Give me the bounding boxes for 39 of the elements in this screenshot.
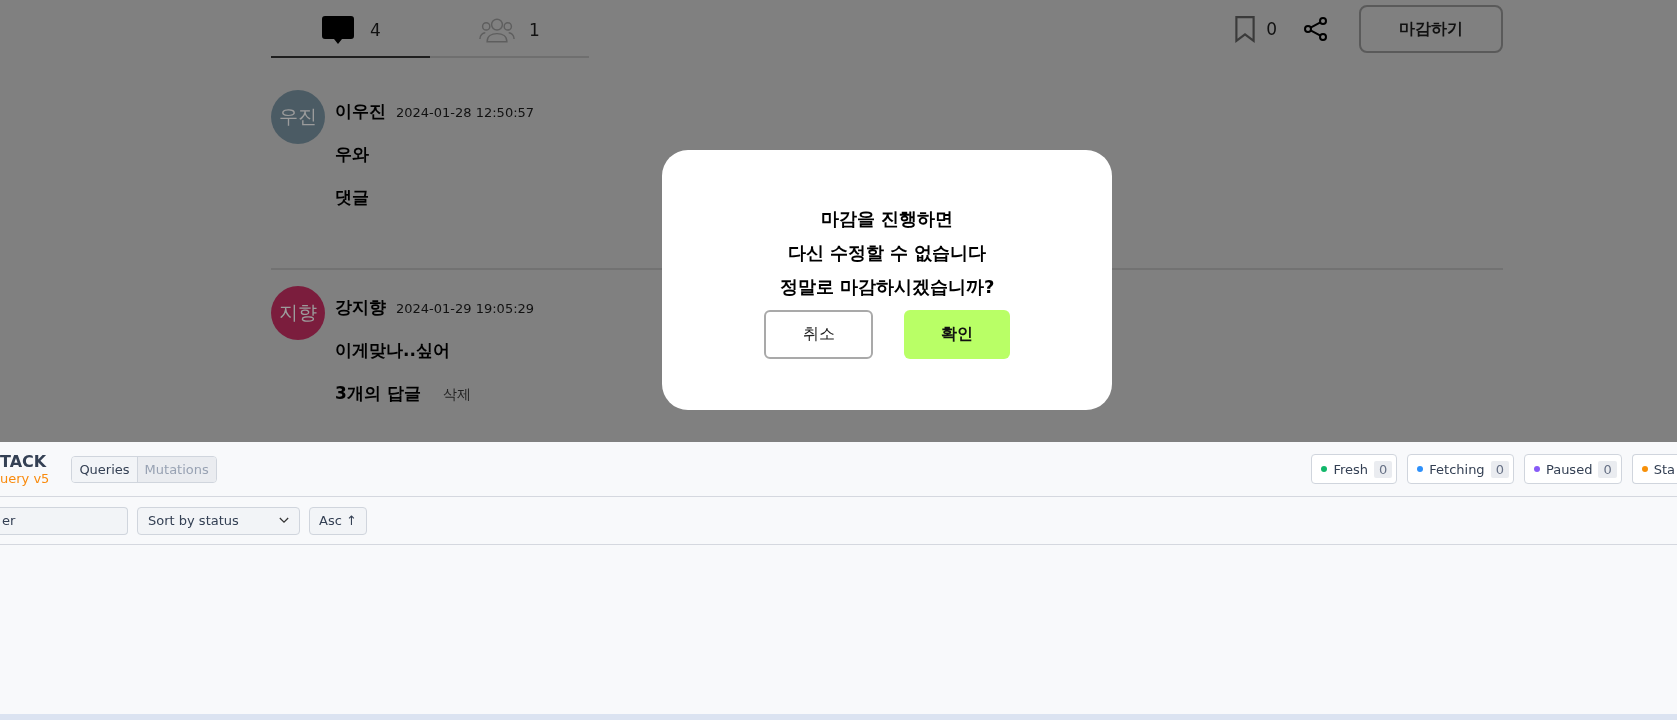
confirm-button[interactable]: 확인 bbox=[904, 310, 1010, 359]
filter-field[interactable]: er bbox=[0, 506, 128, 535]
author-name: 이우진 bbox=[335, 100, 386, 123]
bookmark-count: 0 bbox=[1266, 19, 1277, 39]
status-label: Fresh bbox=[1333, 461, 1368, 477]
replies-link[interactable]: 3개의 답글 bbox=[335, 382, 421, 405]
share-icon[interactable] bbox=[1303, 16, 1329, 42]
sort-select[interactable]: Sort by status bbox=[137, 506, 300, 535]
comment-time: 2024-01-28 12:50:57 bbox=[396, 105, 535, 120]
dialog-message: 마감을 진행하면 다신 수정할 수 없습니다 정말로 마감하시겠습니까? bbox=[779, 207, 995, 299]
comment-time: 2024-01-29 19:05:29 bbox=[396, 301, 535, 316]
avatar: 지향 bbox=[271, 286, 325, 340]
logo-text: TACK bbox=[0, 453, 48, 470]
tab[interactable]: 1 bbox=[430, 0, 589, 58]
sort-order-button[interactable]: Asc ↑ bbox=[309, 506, 367, 535]
tab[interactable]: 4 bbox=[271, 0, 430, 58]
status-count: 0 bbox=[1598, 460, 1617, 478]
comment-text: 우와 bbox=[335, 143, 370, 166]
avatar: 우진 bbox=[271, 90, 325, 144]
delete-link[interactable]: 삭제 bbox=[442, 386, 471, 404]
cancel-button[interactable]: 취소 bbox=[764, 310, 873, 359]
status-badge[interactable]: Paused 0 bbox=[1523, 454, 1622, 484]
status-badge[interactable]: Sta bbox=[1631, 454, 1677, 484]
tab[interactable]: Queries bbox=[72, 456, 138, 482]
status-label: Sta bbox=[1653, 461, 1675, 477]
comment-text: 댓글 bbox=[335, 186, 370, 209]
bookmark-icon[interactable] bbox=[1234, 15, 1257, 43]
chevron-down-icon bbox=[279, 517, 289, 524]
logo-subtext: uery v5 bbox=[0, 471, 50, 485]
comment-text: 이게맞나..싶어 bbox=[335, 339, 451, 362]
status-badge[interactable]: Fetching 0 bbox=[1407, 454, 1514, 484]
speech-bubble-icon bbox=[320, 15, 357, 45]
author-name: 강지향 bbox=[335, 296, 386, 319]
status-label: Paused bbox=[1545, 461, 1593, 477]
status-badge[interactable]: Fresh 0 bbox=[1311, 454, 1398, 484]
status-label: Fetching bbox=[1429, 461, 1485, 477]
status-count: 0 bbox=[1374, 460, 1393, 478]
close-button[interactable]: 마감하기 bbox=[1359, 5, 1503, 53]
status-count: 0 bbox=[1490, 460, 1509, 478]
